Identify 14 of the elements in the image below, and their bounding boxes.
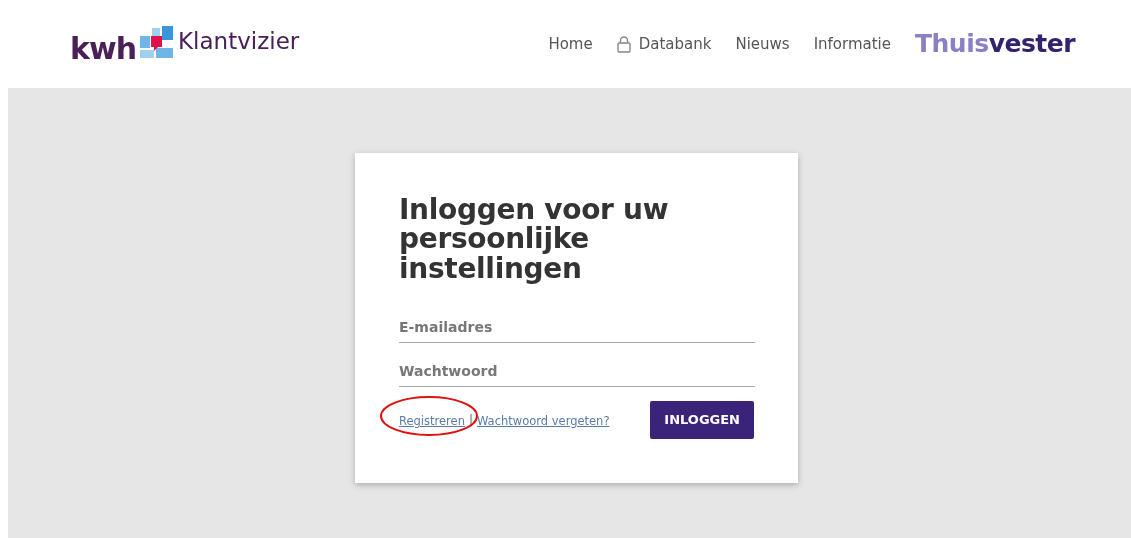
nav-link[interactable]: Databank: [616, 32, 712, 56]
nav-link[interactable]: Informatie: [813, 32, 891, 56]
nav-link[interactable]: Nieuws: [735, 32, 790, 56]
partner-logo: Thuisvester: [915, 28, 1075, 61]
login-title: Inloggen voor uw persoonlijke instellingen: [399, 195, 670, 284]
logo-text: kwh: [70, 34, 137, 64]
logo-icon: [140, 26, 175, 60]
link[interactable]: Registreren: [399, 413, 465, 428]
input-field[interactable]: E-mailadres: [399, 313, 755, 344]
logo-text: Klantvizier: [178, 27, 300, 56]
login-button[interactable]: INLOGGEN: [650, 401, 754, 439]
input-field[interactable]: Wachtwoord: [399, 357, 755, 388]
nav-link[interactable]: Home: [548, 32, 593, 56]
link[interactable]: Wachtwoord vergeten?: [477, 413, 610, 428]
